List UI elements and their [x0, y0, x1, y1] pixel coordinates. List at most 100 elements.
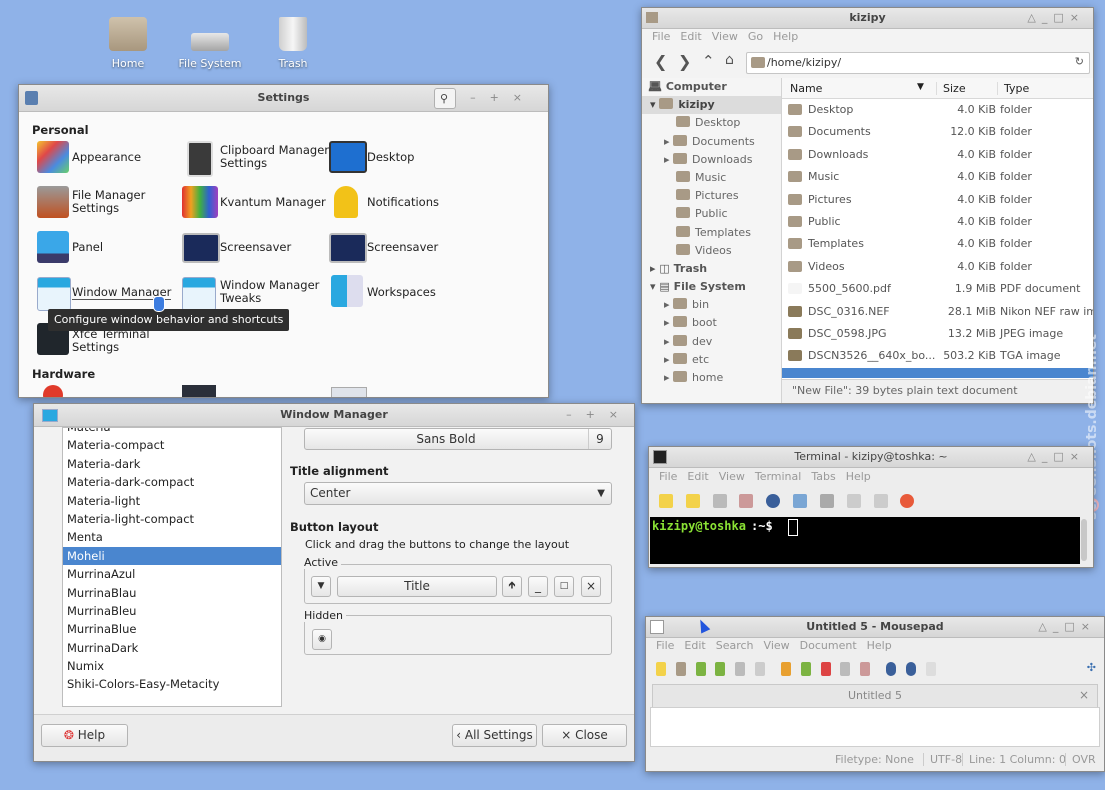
screensaver-icon[interactable] [182, 233, 220, 263]
new-window-icon[interactable] [685, 493, 700, 508]
sidebar-item-home[interactable]: ▸ home [642, 369, 781, 387]
window-controls[interactable]: –+× [470, 91, 536, 104]
kvantum-icon[interactable] [182, 186, 218, 218]
column-type[interactable]: Type [997, 82, 1029, 95]
next-tab-icon[interactable] [873, 493, 888, 508]
desktop-settings-icon[interactable] [329, 141, 367, 173]
table-row[interactable]: Documents 12.0 KiB folder [782, 121, 1093, 143]
search-button[interactable]: ⚲ [434, 88, 456, 109]
menu-tabs[interactable]: Tabs [811, 470, 835, 483]
sidebar-computer[interactable]: 💻︎ Computer [642, 78, 781, 96]
redo-icon[interactable] [800, 661, 811, 676]
previous-tab-icon[interactable] [846, 493, 861, 508]
menu-help[interactable]: Help [846, 470, 871, 483]
theme-item[interactable]: MurrinaBlue [63, 620, 281, 638]
desktop-icon-home[interactable]: Home [93, 17, 163, 70]
terminal-output[interactable]: kizipy@toshka :~$ [650, 517, 1080, 564]
window-controls[interactable]: △_□× [1038, 620, 1096, 633]
desktop-icon-filesystem[interactable]: File System [175, 17, 245, 70]
menu-edit[interactable]: Edit [684, 639, 705, 652]
sidebar-item-downloads[interactable]: ▸ Downloads [642, 151, 781, 169]
home-icon[interactable]: ⌂ [725, 52, 734, 68]
settings-item-terminal[interactable]: Xfce Terminal Settings [72, 328, 150, 354]
minimize-button-slot[interactable]: _ [528, 576, 548, 597]
menu-terminal[interactable]: Terminal [755, 470, 802, 483]
screensaver-icon-2[interactable] [329, 233, 367, 263]
panel-icon[interactable] [37, 231, 69, 263]
theme-item[interactable]: Materia-dark [63, 455, 281, 473]
table-row[interactable]: Downloads 4.0 KiB folder [782, 144, 1093, 166]
sidebar-item-boot[interactable]: ▸ boot [642, 314, 781, 332]
sidebar-item-kizipy[interactable]: ▾ kizipy [642, 96, 781, 115]
settings-item-workspaces[interactable]: Workspaces [367, 286, 436, 299]
up-icon[interactable]: ⌃ [702, 52, 715, 70]
theme-item[interactable]: MurrinaAzul [63, 565, 281, 583]
theme-item[interactable]: Materia-light [63, 492, 281, 510]
window-manager-tweaks-icon[interactable] [182, 277, 216, 311]
sidebar-item-bin[interactable]: ▸ bin [642, 296, 781, 314]
menu-file[interactable]: File [652, 30, 670, 43]
title-font-button[interactable]: Sans Bold 9 [304, 428, 612, 450]
settings-item-notifications[interactable]: Notifications [367, 196, 439, 209]
settings-item-desktop[interactable]: Desktop [367, 151, 414, 164]
maximize-button-slot[interactable]: □ [554, 576, 574, 597]
table-row[interactable]: Public 4.0 KiB folder [782, 211, 1093, 233]
sidebar-item-etc[interactable]: ▸ etc [642, 351, 781, 369]
sidebar-item-music[interactable]: Music [642, 169, 781, 187]
settings-item-clipboard[interactable]: Clipboard Manager Settings [220, 144, 329, 170]
theme-item[interactable]: Shiki-Colors-Easy-Metacity [63, 675, 281, 693]
table-row[interactable]: Templates 4.0 KiB folder [782, 233, 1093, 255]
help-lifebuoy-icon[interactable] [900, 493, 915, 508]
sidebar-item-templates[interactable]: Templates [642, 224, 781, 242]
document-tab[interactable]: Untitled 5 × [652, 684, 1098, 707]
title-alignment-select[interactable]: Center ▼ [304, 482, 612, 505]
menu-file[interactable]: File [659, 470, 677, 483]
title-button-slot[interactable]: Title [337, 576, 497, 597]
sidebar-item-desktop[interactable]: Desktop [642, 114, 781, 132]
close-button[interactable]: × Close [542, 724, 627, 747]
appearance-icon[interactable] [37, 141, 69, 173]
paste-icon[interactable] [739, 493, 754, 508]
stick-button-slot[interactable]: ◉ [312, 629, 332, 650]
table-row[interactable]: 5500_5600.pdf 1.9 MiB PDF document [782, 278, 1093, 300]
window-manager-icon[interactable] [37, 277, 71, 311]
bell-icon[interactable] [334, 186, 358, 218]
copy-icon[interactable] [712, 493, 727, 508]
hardware-item-icon-2[interactable] [182, 385, 216, 397]
table-row[interactable]: Pictures 4.0 KiB folder [782, 189, 1093, 211]
search-icon[interactable] [766, 493, 781, 508]
theme-item[interactable]: MurrinaBlau [63, 584, 281, 602]
table-row[interactable]: DSC_0316.NEF 28.1 MiB Nikon NEF raw im [782, 301, 1093, 323]
theme-item[interactable]: Materia-compact [63, 436, 281, 454]
goto-icon[interactable] [925, 661, 936, 676]
menu-view[interactable]: View [719, 470, 745, 483]
preferences-icon[interactable] [819, 493, 834, 508]
sidebar-item-trash[interactable]: ▸ ◫ Trash [642, 260, 781, 278]
location-bar[interactable]: /home/kizipy/ ↻ [746, 52, 1090, 74]
save-icon[interactable] [695, 661, 706, 676]
help-button[interactable]: ❂ Help [41, 724, 128, 747]
fullscreen-icon[interactable]: ✣ [1087, 661, 1096, 674]
table-row[interactable]: Music 4.0 KiB folder [782, 166, 1093, 188]
tab-close-icon[interactable]: × [1079, 688, 1089, 702]
menu-help[interactable]: Help [867, 639, 892, 652]
shade-button-slot[interactable]: 🡹 [502, 576, 522, 597]
theme-item[interactable]: Numix [63, 657, 281, 675]
settings-item-kvantum[interactable]: Kvantum Manager [220, 196, 326, 209]
file-manager-settings-icon[interactable] [37, 186, 69, 218]
theme-item[interactable]: MurrinaBleu [63, 602, 281, 620]
new-tab-icon[interactable] [659, 493, 673, 508]
menu-go[interactable]: Go [748, 30, 763, 43]
save-as-icon[interactable] [715, 661, 726, 676]
menu-file[interactable]: File [656, 639, 674, 652]
column-size[interactable]: Size [936, 82, 966, 95]
settings-item-appearance[interactable]: Appearance [72, 151, 141, 164]
copy-icon[interactable] [840, 661, 851, 676]
workspaces-icon[interactable] [331, 275, 363, 307]
fullscreen-icon[interactable] [793, 493, 808, 508]
desktop-icon-trash[interactable]: Trash [258, 17, 328, 70]
theme-item-selected[interactable]: Moheli [63, 546, 281, 566]
reload-icon[interactable] [735, 661, 746, 676]
menu-button-slot[interactable]: ▼ [311, 576, 331, 597]
theme-item[interactable]: Menta [63, 528, 281, 546]
